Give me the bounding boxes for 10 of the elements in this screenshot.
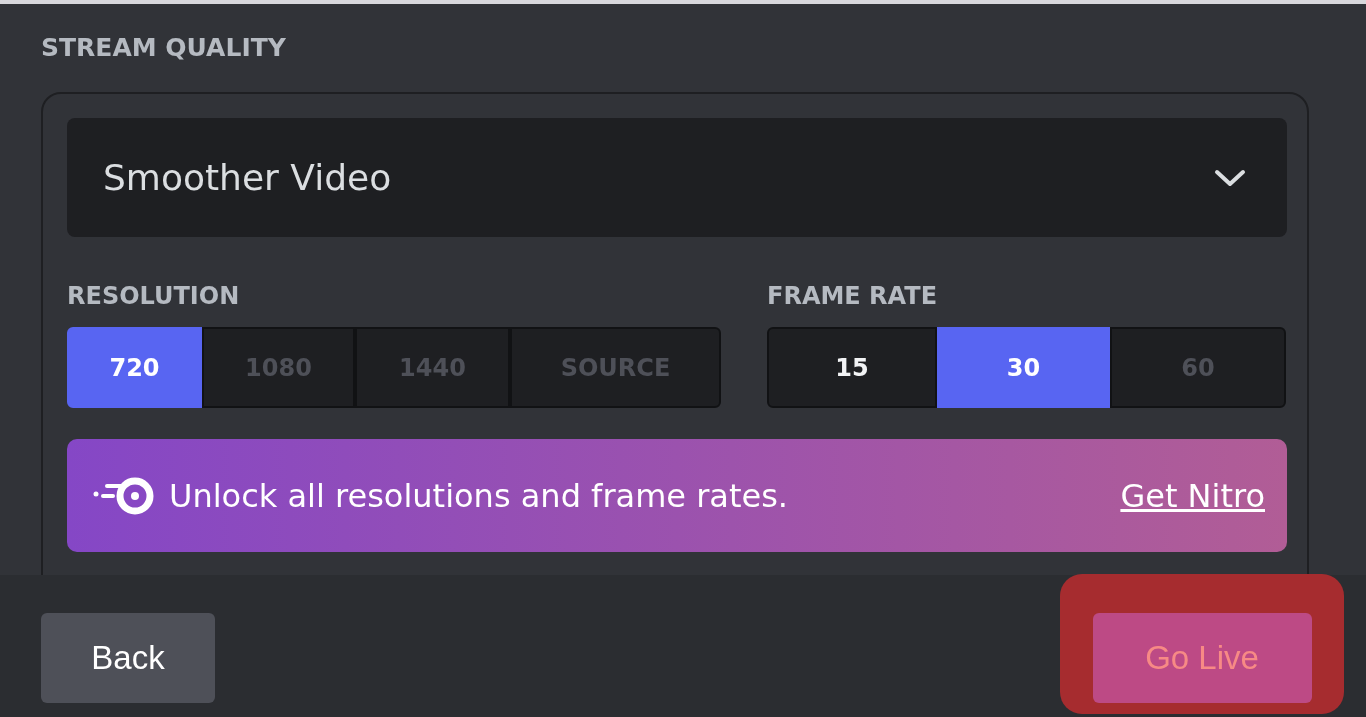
option-button[interactable]: 15 — [767, 327, 937, 408]
section-title: STREAM QUALITY — [41, 32, 287, 64]
back-button[interactable]: Back — [41, 613, 215, 703]
group-label: RESOLUTION — [67, 281, 241, 311]
upsell-text: Unlock all resolutions and frame rates. — [169, 476, 789, 515]
group-label: FRAME RATE — [767, 281, 939, 311]
quality-dropdown[interactable]: Smoother Video — [67, 118, 1287, 237]
option-button[interactable]: 720 — [67, 327, 202, 408]
get-nitro-link[interactable]: Get Nitro — [1120, 476, 1265, 515]
option-button[interactable]: 30 — [937, 327, 1110, 408]
